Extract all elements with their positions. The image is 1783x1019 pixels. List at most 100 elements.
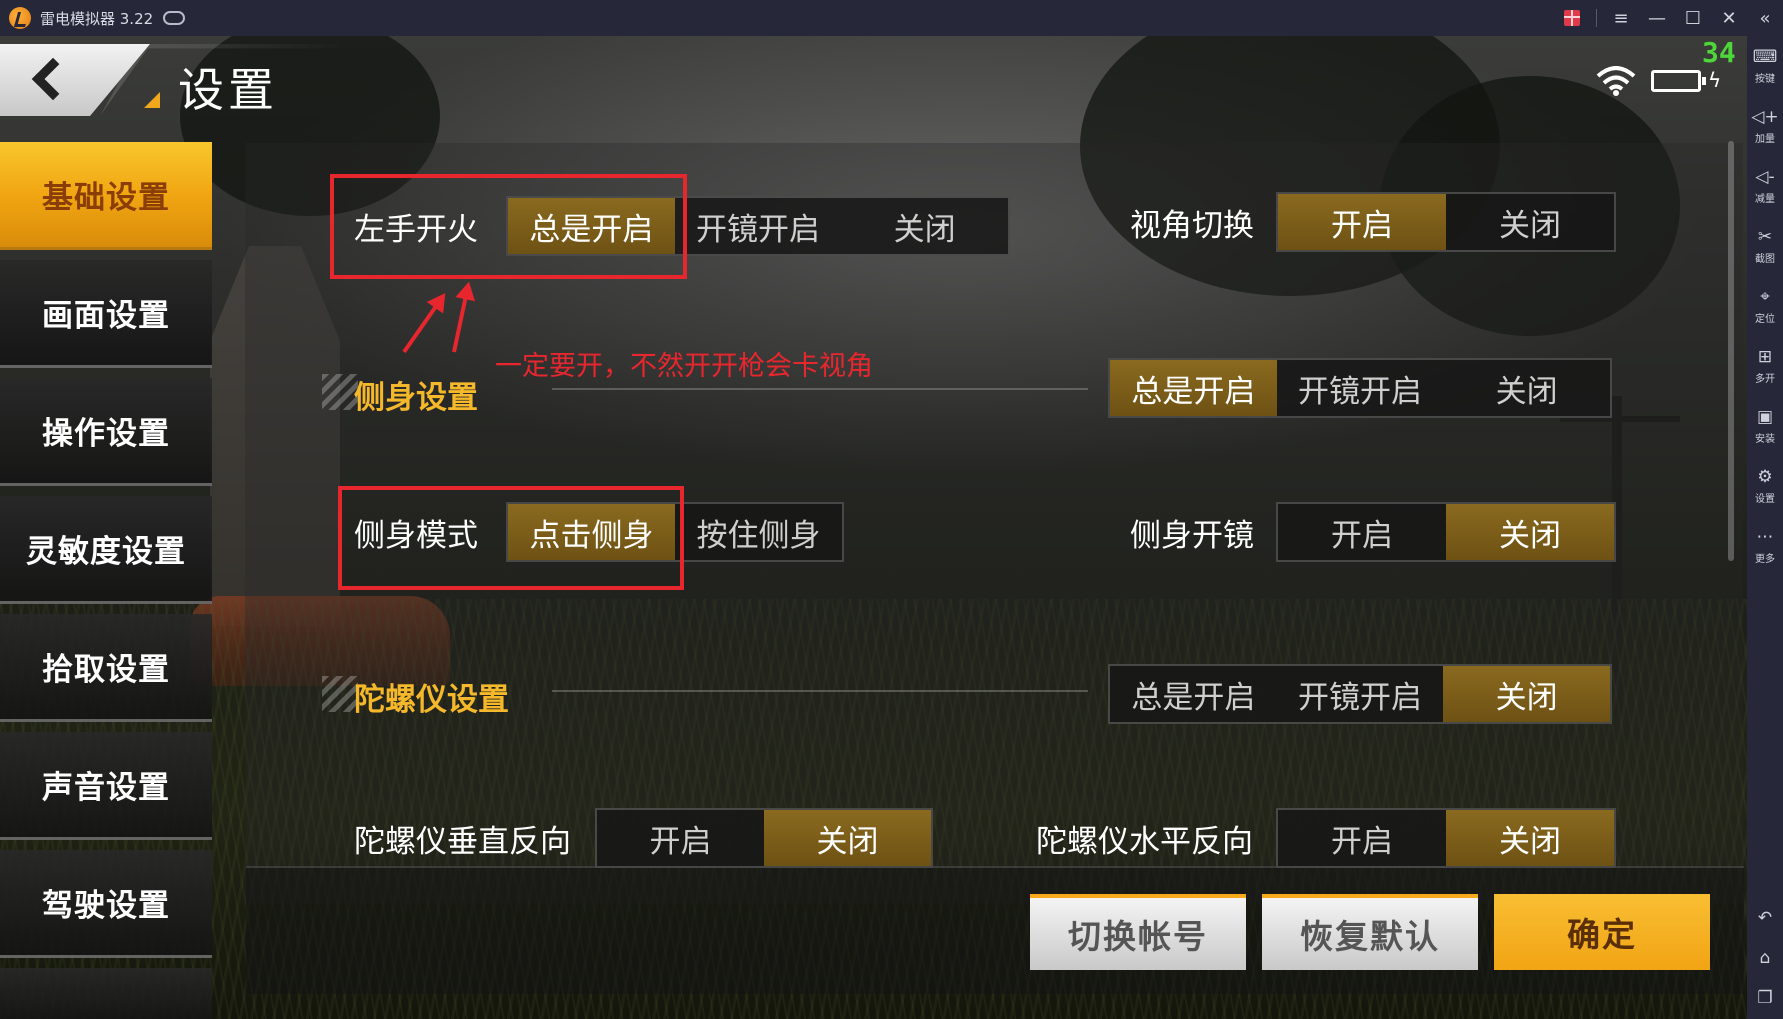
lean-option-scope[interactable]: 开镜开启 — [1277, 360, 1444, 416]
install-apk-label: 安装 — [1755, 433, 1775, 445]
gyro-horizontal-selector: 开启 关闭 — [1276, 808, 1616, 868]
screenshot-label: 截图 — [1755, 253, 1775, 265]
lean-scope-selector: 开启 关闭 — [1276, 502, 1616, 562]
gyro-horizontal-label: 陀螺仪水平反向 — [1036, 824, 1253, 860]
gyro-vertical-option-on[interactable]: 开启 — [597, 810, 764, 866]
page-title: 设置 — [178, 63, 278, 117]
android-home-button[interactable]: ⌂ — [1747, 939, 1783, 979]
left-fire-option-off[interactable]: 关闭 — [841, 198, 1008, 254]
battery-icon — [1651, 70, 1706, 92]
window-title: 雷电模拟器 3.22 — [40, 9, 154, 28]
minimize-icon: — — [1648, 7, 1666, 29]
wifi-icon — [1596, 66, 1636, 96]
nav-more-partial[interactable] — [0, 968, 212, 1019]
nav-driving-settings[interactable]: 驾驶设置 — [0, 850, 212, 958]
back-button[interactable] — [0, 44, 150, 116]
maximize-button[interactable]: ☐ — [1675, 0, 1711, 36]
recent-apps-icon: ❐ — [1757, 988, 1773, 1008]
restore-default-button[interactable]: 恢复默认 — [1262, 894, 1478, 970]
emulator-settings-button[interactable]: ⚙ 设置 — [1747, 456, 1783, 516]
section-divider — [552, 690, 1088, 692]
nav-sensitivity-settings[interactable]: 灵敏度设置 — [0, 496, 212, 604]
confirm-button[interactable]: 确定 — [1494, 894, 1710, 970]
gyro-selector: 总是开启 开镜开启 关闭 — [1108, 664, 1612, 724]
header-accent-triangle — [144, 92, 160, 108]
gear-icon: ⚙ — [1757, 466, 1773, 487]
install-apk-button[interactable]: ▣ 安装 — [1747, 396, 1783, 456]
location-label: 定位 — [1755, 313, 1775, 325]
collapse-sidebar-button[interactable]: « — [1747, 0, 1783, 36]
double-chevron-left-icon: « — [1759, 7, 1771, 29]
gyro-horizontal-option-off[interactable]: 关闭 — [1446, 810, 1614, 866]
scissors-icon: ✂ — [1757, 226, 1773, 247]
screenshot-button[interactable]: ✂ 截图 — [1747, 216, 1783, 276]
multi-instance-button[interactable]: ⊞ 多开 — [1747, 336, 1783, 396]
view-switch-selector: 开启 关闭 — [1276, 192, 1616, 252]
game-screen: 设置 ϟ 基础设置 画面设置 操作设置 灵敏度设置 拾取设置 声音设置 驾驶设置… — [0, 36, 1747, 1019]
lean-option-off[interactable]: 关闭 — [1443, 360, 1610, 416]
gyro-section-title: 陀螺仪设置 — [354, 682, 509, 718]
gyro-option-always[interactable]: 总是开启 — [1110, 666, 1277, 722]
nav-pickup-settings[interactable]: 拾取设置 — [0, 614, 212, 722]
apk-install-icon: ▣ — [1756, 406, 1774, 427]
lean-section-title: 侧身设置 — [354, 380, 478, 416]
view-switch-option-off[interactable]: 关闭 — [1446, 194, 1614, 250]
lean-scope-option-off[interactable]: 关闭 — [1446, 504, 1614, 560]
lean-scope-label: 侧身开镜 — [1130, 518, 1254, 554]
multi-instance-label: 多开 — [1755, 373, 1775, 385]
annotation-highlight-left-fire — [330, 174, 687, 279]
emulator-side-toolbar: ⌨ 按键 ◁+ 加量 ◁- 减量 ✂ 截图 ⌖ 定位 ⊞ 多开 ▣ 安装 ⚙ 设… — [1747, 36, 1783, 1019]
keymap-label: 按键 — [1755, 73, 1775, 85]
location-button[interactable]: ⌖ 定位 — [1747, 276, 1783, 336]
more-button[interactable]: ⋯ 更多 — [1747, 516, 1783, 576]
keymap-button[interactable]: ⌨ 按键 — [1747, 36, 1783, 96]
minimize-button[interactable]: — — [1639, 0, 1675, 36]
android-nav-buttons: ↶ ⌂ ❐ — [1747, 899, 1783, 1019]
back-arrow-icon — [31, 57, 75, 101]
more-label: 更多 — [1755, 553, 1775, 565]
lean-option-always[interactable]: 总是开启 — [1110, 360, 1277, 416]
section-stripes-decoration — [322, 676, 358, 712]
gyro-option-scope[interactable]: 开镜开启 — [1277, 666, 1444, 722]
multi-open-icon: ⊞ — [1757, 346, 1773, 367]
nav-graphics-settings[interactable]: 画面设置 — [0, 260, 212, 368]
lean-mode-option-hold[interactable]: 按住侧身 — [675, 504, 842, 560]
gyro-horizontal-option-on[interactable]: 开启 — [1278, 810, 1446, 866]
back-curve-icon: ↶ — [1757, 908, 1773, 928]
volume-up-button[interactable]: ◁+ 加量 — [1747, 96, 1783, 156]
gyro-option-off[interactable]: 关闭 — [1443, 666, 1611, 722]
nav-sound-settings[interactable]: 声音设置 — [0, 732, 212, 840]
volume-down-button[interactable]: ◁- 减量 — [1747, 156, 1783, 216]
gift-button[interactable] — [1554, 0, 1590, 36]
left-fire-option-scope[interactable]: 开镜开启 — [675, 198, 842, 254]
charging-icon: ϟ — [1708, 68, 1722, 92]
home-icon: ⌂ — [1759, 948, 1771, 968]
keyboard-icon: ⌨ — [1752, 46, 1778, 67]
gamepad-icon[interactable] — [163, 11, 186, 25]
more-dots-icon: ⋯ — [1756, 526, 1774, 547]
switch-account-button[interactable]: 切换帐号 — [1030, 894, 1246, 970]
volume-down-icon: ◁- — [1755, 166, 1775, 187]
app-logo-icon — [9, 7, 31, 29]
nav-basic-settings[interactable]: 基础设置 — [0, 142, 212, 250]
gyro-vertical-option-off[interactable]: 关闭 — [764, 810, 931, 866]
view-switch-option-on[interactable]: 开启 — [1278, 194, 1446, 250]
annotation-highlight-lean-mode — [338, 486, 684, 590]
view-switch-label: 视角切换 — [1130, 208, 1254, 244]
close-button[interactable]: ✕ — [1711, 0, 1747, 36]
nav-controls-settings[interactable]: 操作设置 — [0, 378, 212, 486]
location-pin-icon: ⌖ — [1760, 286, 1770, 307]
emulator-titlebar: 雷电模拟器 3.22 ≡ — ☐ ✕ « — [0, 0, 1783, 36]
android-back-button[interactable]: ↶ — [1747, 899, 1783, 939]
menu-button[interactable]: ≡ — [1603, 0, 1639, 36]
hamburger-menu-icon: ≡ — [1613, 7, 1629, 29]
maximize-icon: ☐ — [1684, 7, 1702, 29]
volume-up-label: 加量 — [1755, 133, 1775, 145]
gyro-vertical-label: 陀螺仪垂直反向 — [354, 824, 571, 860]
settings-scrollbar[interactable] — [1728, 141, 1734, 561]
annotation-note: 一定要开，不然开开枪会卡视角 — [495, 351, 873, 382]
android-recents-button[interactable]: ❐ — [1747, 979, 1783, 1019]
lean-scope-option-on[interactable]: 开启 — [1278, 504, 1446, 560]
close-icon: ✕ — [1721, 7, 1737, 29]
section-stripes-decoration — [322, 374, 358, 410]
